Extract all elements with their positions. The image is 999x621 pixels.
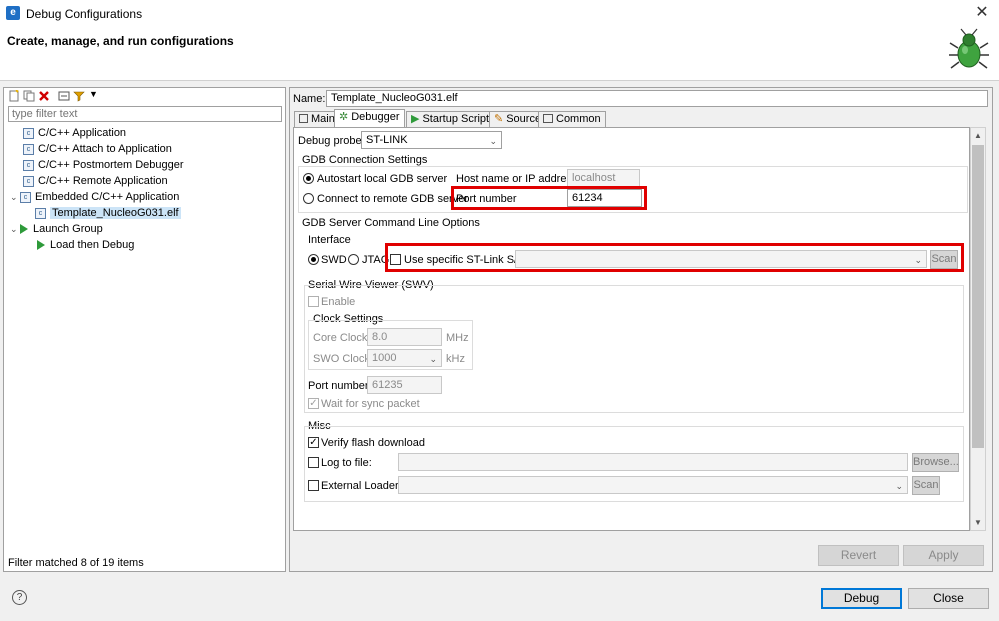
config-file-icon: c <box>35 207 46 219</box>
core-clock-unit: MHz <box>446 332 469 344</box>
verify-flash-checkbox[interactable]: ✓ <box>308 437 319 448</box>
scroll-down-icon[interactable]: ▼ <box>971 518 985 527</box>
bug-icon <box>949 28 989 69</box>
tab-startup-scripts[interactable]: ▶ Startup Scripts <box>406 111 500 127</box>
config-type-icon: c <box>23 143 34 155</box>
host-label: Host name or IP address <box>456 173 578 185</box>
collapse-all-icon[interactable] <box>58 90 70 102</box>
tree-item-cpp-postmortem[interactable]: c C/C++ Postmortem Debugger <box>10 157 284 173</box>
tree-item-cpp-attach[interactable]: c C/C++ Attach to Application <box>10 141 284 157</box>
chevron-down-icon: ⌄ <box>429 354 437 364</box>
config-type-icon: c <box>23 175 34 187</box>
swo-clock-select[interactable]: 1000 ⌄ <box>367 349 442 367</box>
core-clock-input[interactable]: 8.0 <box>367 328 442 346</box>
swo-clock-label: SWO Clock: <box>313 353 373 365</box>
revert-button[interactable]: Revert <box>818 545 899 566</box>
scan-button[interactable]: Scan <box>930 250 958 269</box>
stlink-sn-checkbox[interactable] <box>390 254 401 265</box>
scrollbar-thumb[interactable] <box>972 145 984 448</box>
debug-probe-label: Debug probe <box>298 135 362 147</box>
swv-enable-label: Enable <box>321 296 356 308</box>
title-bar <box>0 0 999 27</box>
tree-item-cpp-application[interactable]: c C/C++ Application <box>10 125 284 141</box>
scroll-up-icon[interactable]: ▲ <box>971 131 985 140</box>
filter-input[interactable] <box>8 106 282 122</box>
cmdline-options-title: GDB Server Command Line Options <box>302 217 480 229</box>
swv-port-input[interactable]: 61235 <box>367 376 442 394</box>
config-type-icon: c <box>23 127 34 139</box>
port-input[interactable]: 61234 <box>567 189 642 207</box>
jtag-radio[interactable] <box>348 254 359 265</box>
log-file-input[interactable] <box>398 453 908 471</box>
new-config-icon[interactable] <box>8 90 20 102</box>
log-to-file-label: Log to file: <box>321 457 372 469</box>
source-tab-icon: ✎ <box>494 113 504 125</box>
swv-port-label: Port number: <box>308 380 372 392</box>
window-title: Debug Configurations <box>26 7 143 21</box>
config-tree: c C/C++ Application c C/C++ Attach to Appl… <box>10 125 284 253</box>
debug-button[interactable]: Debug <box>821 588 902 609</box>
verify-flash-label: Verify flash download <box>321 437 425 449</box>
core-clock-label: Core Clock: <box>313 332 371 344</box>
scan-loader-button[interactable]: Scan <box>912 476 940 495</box>
startup-tab-icon: ▶ <box>411 113 420 125</box>
launch-group-icon <box>20 224 28 235</box>
tree-item-launch-group[interactable]: ⌄ Launch Group <box>10 221 284 237</box>
debugger-tab-icon: ✲ <box>339 111 349 123</box>
config-name-input[interactable]: Template_NucleoG031.elf <box>326 90 988 107</box>
log-to-file-checkbox[interactable] <box>308 457 319 468</box>
view-menu-chevron-icon[interactable]: ▼ <box>89 89 98 99</box>
external-loader-checkbox[interactable] <box>308 480 319 491</box>
expand-chevron-icon[interactable]: ⌄ <box>10 221 20 237</box>
filter-status: Filter matched 8 of 19 items <box>8 557 144 569</box>
tree-item-load-then-debug[interactable]: Load then Debug <box>10 237 284 253</box>
delete-config-icon[interactable] <box>38 90 50 102</box>
apply-button[interactable]: Apply <box>903 545 984 566</box>
duplicate-config-icon[interactable] <box>23 90 35 102</box>
external-loader-label: External Loader: <box>321 480 402 492</box>
launch-icon <box>37 240 45 251</box>
header-title: Create, manage, and run configurations <box>7 34 234 48</box>
chevron-down-icon: ⌄ <box>895 481 903 491</box>
config-type-icon: c <box>23 159 34 171</box>
autostart-radio[interactable] <box>303 173 314 184</box>
close-window-icon[interactable]: ✕ <box>972 3 992 23</box>
tab-main[interactable]: Main <box>294 111 340 127</box>
main-tab-icon <box>299 114 308 123</box>
help-icon[interactable]: ? <box>12 590 27 605</box>
interface-title: Interface <box>308 234 351 246</box>
swd-radio[interactable] <box>308 254 319 265</box>
tree-item-embedded-cpp[interactable]: ⌄ c Embedded C/C++ Application <box>10 189 284 205</box>
external-loader-select[interactable]: ⌄ <box>398 476 908 494</box>
remote-server-label: Connect to remote GDB server <box>317 193 469 205</box>
remote-server-radio[interactable] <box>303 193 314 204</box>
name-label: Name: <box>293 93 326 105</box>
stlink-sn-label: Use specific ST-Link S/N <box>404 254 526 266</box>
debug-probe-select[interactable]: ST-LINK ⌄ <box>361 131 502 149</box>
swo-clock-unit: kHz <box>446 353 465 365</box>
expand-chevron-icon[interactable]: ⌄ <box>10 189 20 205</box>
port-label: Port number <box>456 193 517 205</box>
gdb-connection-title: GDB Connection Settings <box>302 154 428 166</box>
wait-sync-checkbox[interactable]: ✓ <box>308 398 319 409</box>
tab-debugger[interactable]: ✲ Debugger <box>334 109 405 127</box>
chevron-down-icon: ⌄ <box>914 255 922 265</box>
config-type-icon: c <box>20 191 31 203</box>
app-icon: e <box>6 6 20 20</box>
swd-label: SWD <box>321 254 347 266</box>
close-button[interactable]: Close <box>908 588 989 609</box>
chevron-down-icon: ⌄ <box>489 136 497 146</box>
swv-enable-checkbox[interactable] <box>308 296 319 307</box>
autostart-label: Autostart local GDB server <box>317 173 448 185</box>
filter-icon[interactable] <box>73 90 85 102</box>
browse-button[interactable]: Browse... <box>912 453 959 472</box>
tree-item-template-elf[interactable]: c Template_NucleoG031.elf <box>10 205 284 221</box>
common-tab-icon <box>543 114 553 123</box>
host-input[interactable]: localhost <box>567 169 640 187</box>
stlink-sn-select[interactable]: ⌄ <box>515 250 927 268</box>
wait-sync-label: Wait for sync packet <box>321 398 420 410</box>
tree-item-cpp-remote[interactable]: c C/C++ Remote Application <box>10 173 284 189</box>
tab-common[interactable]: Common <box>538 111 606 127</box>
